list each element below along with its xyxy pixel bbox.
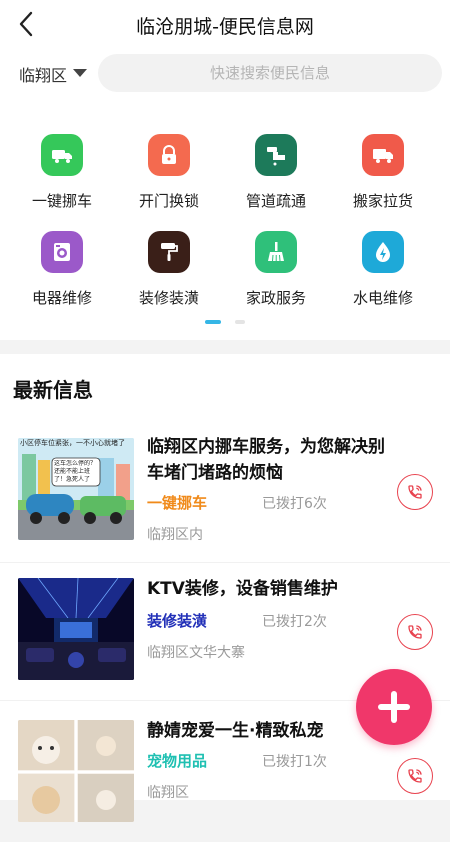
list-item[interactable]: 小区停车位紧张，一不小心就堵了 这车怎么停的？还能不能上班了！急死人了 临翔区内… xyxy=(0,428,450,566)
item-thumbnail xyxy=(18,578,134,680)
item-thumbnail: 小区停车位紧张，一不小心就堵了 这车怎么停的？还能不能上班了！急死人了 xyxy=(18,438,134,540)
service-label: 管道疏通 xyxy=(245,192,306,210)
broom-icon xyxy=(255,231,297,273)
call-button[interactable] xyxy=(397,614,433,650)
call-button[interactable] xyxy=(397,474,433,510)
paint-roller-icon xyxy=(148,231,190,273)
item-category: 装修装潢 xyxy=(147,612,208,630)
section-heading: 最新信息 xyxy=(13,378,93,402)
page-title: 临沧朋城-便民信息网 xyxy=(136,16,314,38)
divider xyxy=(0,562,450,563)
search-input[interactable] xyxy=(98,54,442,92)
service-label: 开门换锁 xyxy=(138,192,199,210)
page-indicator xyxy=(0,320,450,326)
service-label: 水电维修 xyxy=(352,289,413,307)
item-thumbnail xyxy=(18,720,134,822)
item-call-count: 已拨打2次 xyxy=(262,614,327,630)
pipe-faucet-icon xyxy=(255,134,297,176)
service-housekeeping[interactable]: 家政服务 xyxy=(226,231,326,308)
district-label: 临翔区 xyxy=(19,66,68,85)
item-category: 宠物用品 xyxy=(147,752,208,770)
lightning-drop-icon xyxy=(362,231,404,273)
service-label: 电器维修 xyxy=(31,289,92,307)
section-gap xyxy=(0,340,450,354)
service-label: 家政服务 xyxy=(245,289,306,307)
item-title: 临翔区内挪车服务，为您解决别车堵门堵路的烦恼 xyxy=(147,437,385,483)
item-location: 临翔区 xyxy=(147,785,189,801)
service-lock[interactable]: 开门换锁 xyxy=(119,134,219,211)
service-moving[interactable]: 搬家拉货 xyxy=(333,134,433,211)
item-title: KTV装修，设备销售维护 xyxy=(147,579,338,599)
caret-down-icon xyxy=(73,69,87,77)
add-post-button[interactable] xyxy=(356,669,432,745)
comic-bubble: 这车怎么停的？还能不能上班了！急死人了 xyxy=(54,460,97,483)
item-location: 临翔区内 xyxy=(147,527,203,543)
phone-icon xyxy=(408,769,422,783)
call-button[interactable] xyxy=(397,758,433,794)
page-dot-active[interactable] xyxy=(205,320,222,324)
service-label: 搬家拉货 xyxy=(352,192,413,210)
service-move-car[interactable]: 一键挪车 xyxy=(12,134,112,211)
item-location: 临翔区文华大寨 xyxy=(147,645,245,661)
service-label: 装修装潢 xyxy=(138,289,199,307)
search-bar: 临翔区 xyxy=(0,48,450,100)
service-grid: 一键挪车 开门换锁 管道疏通 搬家拉货 电器维修 装修装潢 家政服务 水电维修 xyxy=(0,100,450,340)
comic-caption: 小区停车位紧张，一不小心就堵了 xyxy=(20,439,125,447)
app-header: 临沧朋城-便民信息网 xyxy=(0,0,450,48)
service-appliance[interactable]: 电器维修 xyxy=(12,231,112,308)
item-title: 静婧宠爱一生·精致私宠 xyxy=(147,721,324,741)
page-dot[interactable] xyxy=(234,320,245,324)
washing-machine-icon xyxy=(41,231,83,273)
item-category: 一键挪车 xyxy=(147,494,208,512)
service-pipe[interactable]: 管道疏通 xyxy=(226,134,326,211)
service-decoration[interactable]: 装修装潢 xyxy=(119,231,219,308)
truck-icon xyxy=(41,134,83,176)
service-label: 一键挪车 xyxy=(31,192,92,210)
item-call-count: 已拨打6次 xyxy=(262,496,327,512)
phone-icon xyxy=(408,485,422,499)
lock-icon xyxy=(148,134,190,176)
phone-icon xyxy=(408,625,422,639)
moving-truck-icon xyxy=(362,134,404,176)
service-utility-repair[interactable]: 水电维修 xyxy=(333,231,433,308)
item-call-count: 已拨打1次 xyxy=(262,754,327,770)
